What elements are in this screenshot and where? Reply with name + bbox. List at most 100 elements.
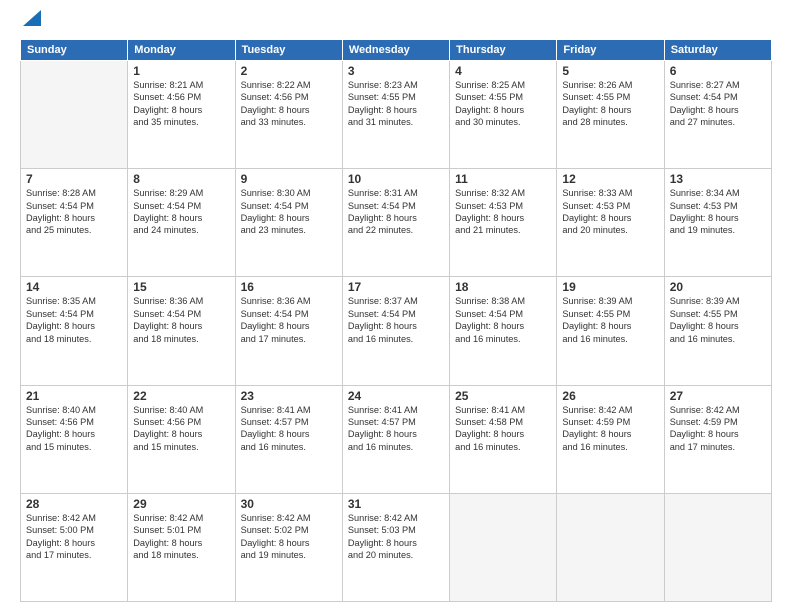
- day-number: 6: [670, 64, 766, 78]
- day-info: Sunrise: 8:40 AMSunset: 4:56 PMDaylight:…: [26, 404, 122, 454]
- calendar-cell: 8Sunrise: 8:29 AMSunset: 4:54 PMDaylight…: [128, 169, 235, 277]
- day-number: 5: [562, 64, 658, 78]
- calendar-cell: 9Sunrise: 8:30 AMSunset: 4:54 PMDaylight…: [235, 169, 342, 277]
- day-number: 17: [348, 280, 444, 294]
- calendar-week-row: 7Sunrise: 8:28 AMSunset: 4:54 PMDaylight…: [21, 169, 772, 277]
- calendar-cell: 2Sunrise: 8:22 AMSunset: 4:56 PMDaylight…: [235, 61, 342, 169]
- day-number: 9: [241, 172, 337, 186]
- calendar-cell: 27Sunrise: 8:42 AMSunset: 4:59 PMDayligh…: [664, 385, 771, 493]
- day-info: Sunrise: 8:38 AMSunset: 4:54 PMDaylight:…: [455, 295, 551, 345]
- day-info: Sunrise: 8:41 AMSunset: 4:58 PMDaylight:…: [455, 404, 551, 454]
- weekday-header-tuesday: Tuesday: [235, 40, 342, 61]
- day-info: Sunrise: 8:36 AMSunset: 4:54 PMDaylight:…: [133, 295, 229, 345]
- calendar-cell: 13Sunrise: 8:34 AMSunset: 4:53 PMDayligh…: [664, 169, 771, 277]
- header: [20, 16, 772, 31]
- day-info: Sunrise: 8:39 AMSunset: 4:55 PMDaylight:…: [562, 295, 658, 345]
- day-info: Sunrise: 8:26 AMSunset: 4:55 PMDaylight:…: [562, 79, 658, 129]
- calendar-cell: 17Sunrise: 8:37 AMSunset: 4:54 PMDayligh…: [342, 277, 449, 385]
- day-number: 21: [26, 389, 122, 403]
- page: SundayMondayTuesdayWednesdayThursdayFrid…: [0, 0, 792, 612]
- day-info: Sunrise: 8:27 AMSunset: 4:54 PMDaylight:…: [670, 79, 766, 129]
- day-number: 14: [26, 280, 122, 294]
- calendar-cell: 12Sunrise: 8:33 AMSunset: 4:53 PMDayligh…: [557, 169, 664, 277]
- calendar-cell: 21Sunrise: 8:40 AMSunset: 4:56 PMDayligh…: [21, 385, 128, 493]
- calendar-cell: [21, 61, 128, 169]
- logo: [20, 16, 41, 31]
- day-number: 7: [26, 172, 122, 186]
- weekday-header-wednesday: Wednesday: [342, 40, 449, 61]
- day-info: Sunrise: 8:42 AMSunset: 5:00 PMDaylight:…: [26, 512, 122, 562]
- day-info: Sunrise: 8:35 AMSunset: 4:54 PMDaylight:…: [26, 295, 122, 345]
- calendar-cell: 4Sunrise: 8:25 AMSunset: 4:55 PMDaylight…: [450, 61, 557, 169]
- calendar-cell: 1Sunrise: 8:21 AMSunset: 4:56 PMDaylight…: [128, 61, 235, 169]
- calendar-cell: 19Sunrise: 8:39 AMSunset: 4:55 PMDayligh…: [557, 277, 664, 385]
- day-info: Sunrise: 8:41 AMSunset: 4:57 PMDaylight:…: [241, 404, 337, 454]
- calendar-cell: [450, 493, 557, 601]
- day-number: 12: [562, 172, 658, 186]
- day-number: 13: [670, 172, 766, 186]
- day-number: 1: [133, 64, 229, 78]
- day-info: Sunrise: 8:41 AMSunset: 4:57 PMDaylight:…: [348, 404, 444, 454]
- calendar-cell: 16Sunrise: 8:36 AMSunset: 4:54 PMDayligh…: [235, 277, 342, 385]
- day-number: 8: [133, 172, 229, 186]
- day-info: Sunrise: 8:23 AMSunset: 4:55 PMDaylight:…: [348, 79, 444, 129]
- day-number: 27: [670, 389, 766, 403]
- calendar-cell: 3Sunrise: 8:23 AMSunset: 4:55 PMDaylight…: [342, 61, 449, 169]
- day-info: Sunrise: 8:39 AMSunset: 4:55 PMDaylight:…: [670, 295, 766, 345]
- day-info: Sunrise: 8:30 AMSunset: 4:54 PMDaylight:…: [241, 187, 337, 237]
- calendar-cell: 11Sunrise: 8:32 AMSunset: 4:53 PMDayligh…: [450, 169, 557, 277]
- day-info: Sunrise: 8:33 AMSunset: 4:53 PMDaylight:…: [562, 187, 658, 237]
- day-info: Sunrise: 8:42 AMSunset: 4:59 PMDaylight:…: [562, 404, 658, 454]
- day-number: 25: [455, 389, 551, 403]
- day-number: 26: [562, 389, 658, 403]
- day-info: Sunrise: 8:25 AMSunset: 4:55 PMDaylight:…: [455, 79, 551, 129]
- weekday-header-monday: Monday: [128, 40, 235, 61]
- day-number: 2: [241, 64, 337, 78]
- calendar-cell: 24Sunrise: 8:41 AMSunset: 4:57 PMDayligh…: [342, 385, 449, 493]
- day-number: 15: [133, 280, 229, 294]
- day-info: Sunrise: 8:42 AMSunset: 4:59 PMDaylight:…: [670, 404, 766, 454]
- weekday-header-friday: Friday: [557, 40, 664, 61]
- day-info: Sunrise: 8:22 AMSunset: 4:56 PMDaylight:…: [241, 79, 337, 129]
- day-info: Sunrise: 8:42 AMSunset: 5:03 PMDaylight:…: [348, 512, 444, 562]
- day-number: 29: [133, 497, 229, 511]
- calendar-cell: 28Sunrise: 8:42 AMSunset: 5:00 PMDayligh…: [21, 493, 128, 601]
- day-info: Sunrise: 8:42 AMSunset: 5:02 PMDaylight:…: [241, 512, 337, 562]
- day-info: Sunrise: 8:40 AMSunset: 4:56 PMDaylight:…: [133, 404, 229, 454]
- day-number: 22: [133, 389, 229, 403]
- day-number: 3: [348, 64, 444, 78]
- day-number: 11: [455, 172, 551, 186]
- weekday-header-sunday: Sunday: [21, 40, 128, 61]
- calendar-cell: [557, 493, 664, 601]
- calendar-cell: 23Sunrise: 8:41 AMSunset: 4:57 PMDayligh…: [235, 385, 342, 493]
- day-number: 19: [562, 280, 658, 294]
- day-info: Sunrise: 8:32 AMSunset: 4:53 PMDaylight:…: [455, 187, 551, 237]
- calendar-cell: 25Sunrise: 8:41 AMSunset: 4:58 PMDayligh…: [450, 385, 557, 493]
- day-number: 28: [26, 497, 122, 511]
- weekday-header-saturday: Saturday: [664, 40, 771, 61]
- calendar-table: SundayMondayTuesdayWednesdayThursdayFrid…: [20, 39, 772, 602]
- calendar-week-row: 28Sunrise: 8:42 AMSunset: 5:00 PMDayligh…: [21, 493, 772, 601]
- day-number: 16: [241, 280, 337, 294]
- weekday-header-row: SundayMondayTuesdayWednesdayThursdayFrid…: [21, 40, 772, 61]
- day-number: 31: [348, 497, 444, 511]
- calendar-cell: 31Sunrise: 8:42 AMSunset: 5:03 PMDayligh…: [342, 493, 449, 601]
- weekday-header-thursday: Thursday: [450, 40, 557, 61]
- day-info: Sunrise: 8:37 AMSunset: 4:54 PMDaylight:…: [348, 295, 444, 345]
- calendar-cell: 6Sunrise: 8:27 AMSunset: 4:54 PMDaylight…: [664, 61, 771, 169]
- calendar-cell: 30Sunrise: 8:42 AMSunset: 5:02 PMDayligh…: [235, 493, 342, 601]
- day-number: 20: [670, 280, 766, 294]
- day-info: Sunrise: 8:34 AMSunset: 4:53 PMDaylight:…: [670, 187, 766, 237]
- day-info: Sunrise: 8:36 AMSunset: 4:54 PMDaylight:…: [241, 295, 337, 345]
- calendar-cell: 20Sunrise: 8:39 AMSunset: 4:55 PMDayligh…: [664, 277, 771, 385]
- calendar-week-row: 1Sunrise: 8:21 AMSunset: 4:56 PMDaylight…: [21, 61, 772, 169]
- day-info: Sunrise: 8:29 AMSunset: 4:54 PMDaylight:…: [133, 187, 229, 237]
- day-number: 24: [348, 389, 444, 403]
- day-number: 23: [241, 389, 337, 403]
- calendar-cell: 7Sunrise: 8:28 AMSunset: 4:54 PMDaylight…: [21, 169, 128, 277]
- calendar-cell: 15Sunrise: 8:36 AMSunset: 4:54 PMDayligh…: [128, 277, 235, 385]
- calendar-cell: 29Sunrise: 8:42 AMSunset: 5:01 PMDayligh…: [128, 493, 235, 601]
- day-number: 4: [455, 64, 551, 78]
- day-number: 30: [241, 497, 337, 511]
- calendar-cell: 5Sunrise: 8:26 AMSunset: 4:55 PMDaylight…: [557, 61, 664, 169]
